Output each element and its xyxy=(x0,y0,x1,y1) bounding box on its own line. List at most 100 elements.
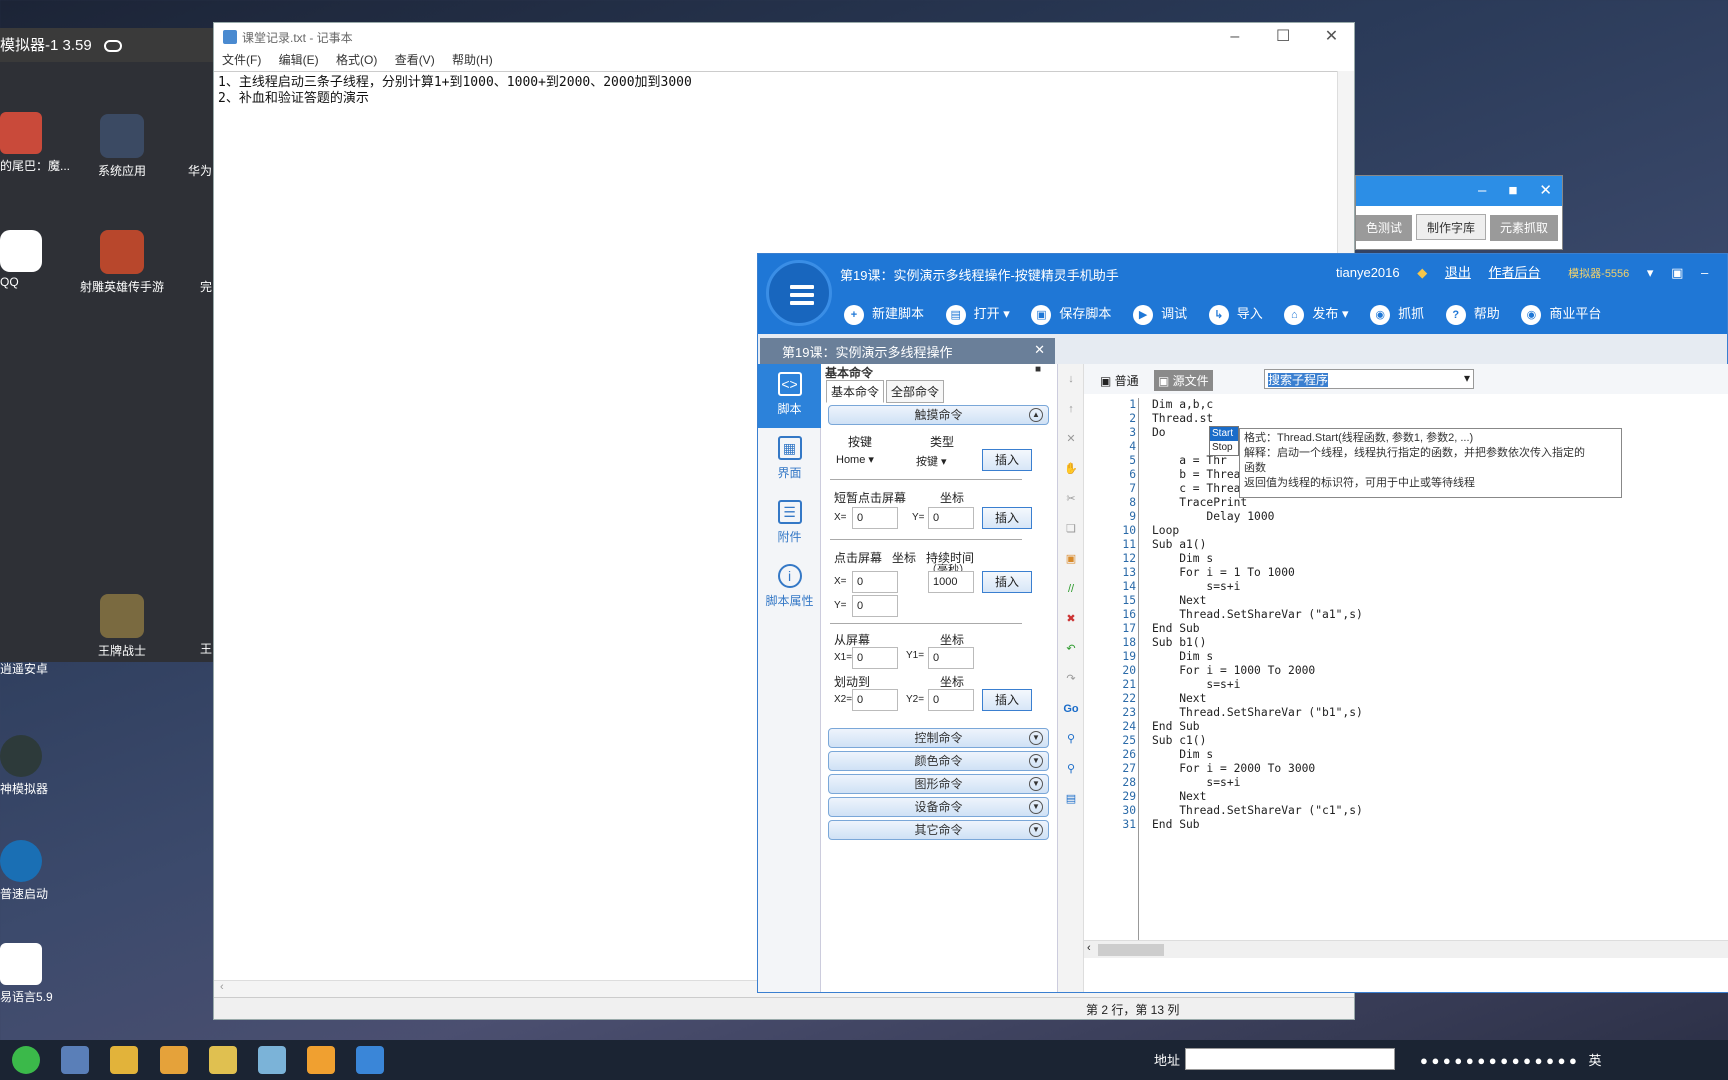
gamepad-icon[interactable] xyxy=(103,40,122,53)
logout-link[interactable]: 退出 xyxy=(1445,265,1471,280)
code-line[interactable]: End Sub xyxy=(1152,720,1363,734)
restore-button[interactable]: ▣ xyxy=(1671,265,1683,280)
pin-icon[interactable]: ■ xyxy=(1035,364,1041,375)
notepad-taskbar-icon[interactable] xyxy=(258,1046,286,1074)
maximize-button[interactable]: ☐ xyxy=(1261,23,1306,51)
swipe-y2-input[interactable]: 0 xyxy=(928,689,974,711)
minimize-button[interactable]: – xyxy=(1701,265,1708,280)
publish-button[interactable]: ⌂ 发布 ▾ xyxy=(1284,303,1349,325)
control-commands-section[interactable]: 控制命令 ▼ xyxy=(828,728,1049,748)
code-line[interactable]: Loop xyxy=(1152,524,1363,538)
debug-button[interactable]: ▶ 调试 xyxy=(1133,303,1187,325)
desktop-icon[interactable]: 系统应用 xyxy=(74,114,170,179)
menu-edit[interactable]: 编辑(E) xyxy=(279,53,319,67)
graphic-commands-section[interactable]: 图形命令 ▼ xyxy=(828,774,1049,794)
undo-icon[interactable]: ↶ xyxy=(1058,634,1084,664)
insert-key-button[interactable]: 插入 xyxy=(982,449,1032,471)
cut-icon[interactable]: ✂ xyxy=(1058,484,1084,514)
short-click-y-input[interactable]: 0 xyxy=(928,507,974,529)
maximize-button[interactable]: ■ xyxy=(1508,182,1517,199)
code-line[interactable]: For i = 1000 To 2000 xyxy=(1152,664,1363,678)
move-down-icon[interactable]: ↓ xyxy=(1058,364,1084,394)
code-line[interactable]: Next xyxy=(1152,594,1363,608)
click-x-input[interactable]: 0 xyxy=(852,571,898,593)
code-line[interactable]: For i = 1 To 1000 xyxy=(1152,566,1363,580)
tool-window-title-bar[interactable]: – ■ ✕ xyxy=(1356,176,1562,206)
code-line[interactable]: Thread.st xyxy=(1152,412,1363,426)
minimize-button[interactable]: – xyxy=(1212,23,1257,51)
emulator-title-bar[interactable]: 模拟器-1 3.59 xyxy=(0,28,213,62)
code-line[interactable]: TracePrint xyxy=(1152,496,1363,510)
desktop-icon[interactable]: 王牌战士 xyxy=(74,594,170,659)
hand-icon[interactable]: ✋ xyxy=(1058,454,1084,484)
move-up-icon[interactable]: ↑ xyxy=(1058,394,1084,424)
code-line[interactable]: Dim s xyxy=(1152,650,1363,664)
menu-file[interactable]: 文件(F) xyxy=(222,53,261,67)
chevron-left-icon[interactable]: ‹ xyxy=(1087,942,1091,954)
insert-swipe-button[interactable]: 插入 xyxy=(982,689,1032,711)
other-commands-section[interactable]: 其它命令 ▼ xyxy=(828,820,1049,840)
copy-icon[interactable]: ❏ xyxy=(1058,514,1084,544)
code-line[interactable]: Thread.SetShareVar ("b1",s) xyxy=(1152,706,1363,720)
desktop-icon[interactable]: 易语言5.9 xyxy=(0,943,80,1005)
business-platform-button[interactable]: ◉ 商业平台 xyxy=(1521,303,1601,325)
minimize-button[interactable]: – xyxy=(1478,182,1486,199)
notepad-text-area[interactable]: 1、主线程启动三条子线程，分别计算1+到1000、1000+到2000、2000… xyxy=(214,71,1354,110)
settings-icon[interactable]: ▤ xyxy=(1058,784,1084,814)
code-line[interactable]: Next xyxy=(1152,692,1363,706)
code-line[interactable]: Next xyxy=(1152,790,1363,804)
search-subroutine-select[interactable]: 搜索子程序 ▾ xyxy=(1264,369,1474,389)
find-icon[interactable]: ⚲ xyxy=(1058,724,1084,754)
mode-normal-button[interactable]: ▣ 普通 xyxy=(1096,370,1143,391)
document-tab[interactable]: 第19课：实例演示多线程操作 ✕ xyxy=(760,338,1055,364)
archive-icon[interactable] xyxy=(160,1046,188,1074)
autocomplete-list[interactable]: Start Stop xyxy=(1209,426,1239,456)
code-line[interactable]: Thread.SetShareVar ("c1",s) xyxy=(1152,804,1363,818)
new-script-button[interactable]: + 新建脚本 xyxy=(844,303,924,325)
click-y-input[interactable]: 0 xyxy=(852,595,898,617)
code-line[interactable]: End Sub xyxy=(1152,818,1363,832)
tray-icons[interactable]: ● ● ● ● ● ● ● ● ● ● ● ● ● ● xyxy=(1420,1053,1577,1068)
code-line[interactable]: Sub c1() xyxy=(1152,734,1363,748)
tab-make-font[interactable]: 制作字库 xyxy=(1416,214,1487,240)
desktop-icon[interactable]: 射雕英雄传手游 xyxy=(74,230,170,295)
app-taskbar-icon[interactable] xyxy=(307,1046,335,1074)
code-line[interactable]: Sub a1() xyxy=(1152,538,1363,552)
swipe-y1-input[interactable]: 0 xyxy=(928,647,974,669)
close-button[interactable]: ✕ xyxy=(1539,182,1552,199)
notepad-title-bar[interactable]: 课堂记录.txt - 记事本 – ☐ ✕ xyxy=(214,23,1354,51)
tab-element-capture[interactable]: 元素抓取 xyxy=(1490,215,1559,241)
tab-color-test[interactable]: 色测试 xyxy=(1356,215,1413,241)
code-line[interactable]: End Sub xyxy=(1152,622,1363,636)
code-line[interactable]: For i = 2000 To 3000 xyxy=(1152,762,1363,776)
code-line[interactable]: Dim a,b,c xyxy=(1152,398,1363,412)
scroll-thumb[interactable] xyxy=(1098,944,1164,956)
nav-attachment[interactable]: ☰ 附件 xyxy=(758,492,821,556)
chevron-down-icon[interactable]: ▾ xyxy=(1647,265,1654,280)
ime-indicator[interactable]: 英 xyxy=(1589,1053,1602,1068)
redo-icon[interactable]: ↷ xyxy=(1058,664,1084,694)
paste-icon[interactable]: ▣ xyxy=(1058,544,1084,574)
comment-icon[interactable]: // xyxy=(1058,574,1084,604)
folder-icon[interactable] xyxy=(110,1046,138,1074)
code-line[interactable]: Thread.SetShareVar ("a1",s) xyxy=(1152,608,1363,622)
nav-script[interactable]: <> 脚本 xyxy=(758,364,821,428)
color-commands-section[interactable]: 颜色命令 ▼ xyxy=(828,751,1049,771)
insert-short-click-button[interactable]: 插入 xyxy=(982,507,1032,529)
key-select[interactable]: Home ▾ xyxy=(832,449,888,471)
code-line[interactable]: s=s+i xyxy=(1152,580,1363,594)
duration-input[interactable]: 1000 xyxy=(928,571,974,593)
desktop-icon[interactable]: 普速启动 xyxy=(0,840,80,902)
menu-icon[interactable] xyxy=(766,260,832,326)
code-area[interactable]: 1 2 3 4 5 6 7 8 9 10 11 12 13 14 15 16 17 18 19 20 21 22 23 24 2… xyxy=(1084,394,1728,958)
help-app-icon[interactable] xyxy=(209,1046,237,1074)
goto-icon[interactable]: Go xyxy=(1058,694,1084,724)
short-click-x-input[interactable]: 0 xyxy=(852,507,898,529)
mode-source-button[interactable]: ▣ 源文件 xyxy=(1154,370,1213,391)
uncomment-icon[interactable]: ✖ xyxy=(1058,604,1084,634)
save-script-button[interactable]: ▣ 保存脚本 xyxy=(1031,303,1111,325)
help-button[interactable]: ? 帮助 xyxy=(1445,303,1500,325)
code-line[interactable]: Sub b1() xyxy=(1152,636,1363,650)
autocomplete-item[interactable]: Stop xyxy=(1210,441,1238,455)
code-line[interactable]: Dim s xyxy=(1152,748,1363,762)
